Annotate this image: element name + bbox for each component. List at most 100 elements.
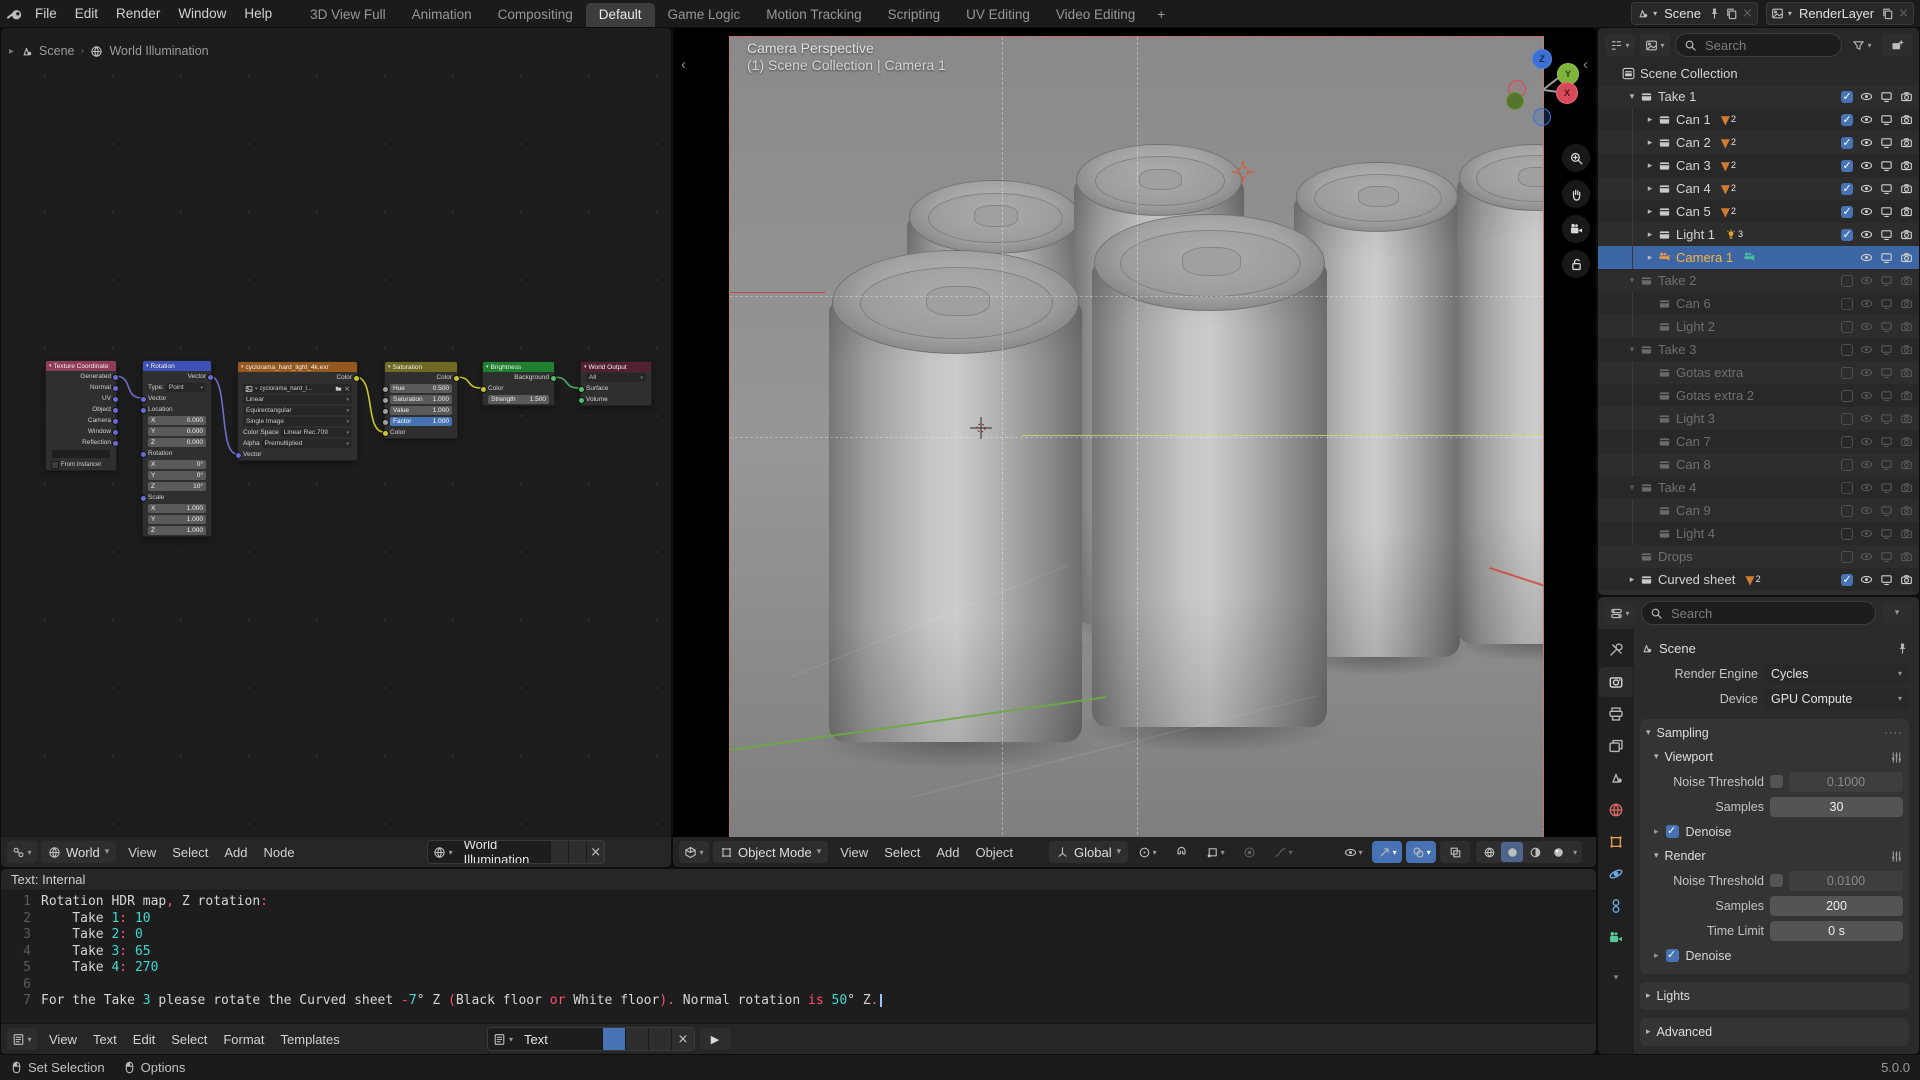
hide-eye-toggle[interactable] <box>1860 251 1873 264</box>
text-menu-edit[interactable]: Edit <box>125 1032 163 1047</box>
in-socket-vector[interactable]: Vector <box>143 393 211 404</box>
editor-type-button[interactable]: ▾ <box>679 841 709 863</box>
editor-type-button[interactable]: ▾ <box>7 1028 37 1050</box>
gizmo-axis-Z[interactable]: Z <box>1532 49 1552 69</box>
topbar-menu-file[interactable]: File <box>26 6 66 21</box>
viewport-disable-toggle[interactable] <box>1880 113 1893 126</box>
outliner-row-can-2[interactable]: ▸Can 2▼2 <box>1598 131 1919 154</box>
hide-eye-toggle[interactable] <box>1860 90 1873 103</box>
viewport-disable-toggle[interactable] <box>1880 205 1893 218</box>
node-world-output[interactable]: ▾World OutputAll▾SurfaceVolume <box>580 361 652 406</box>
out-socket-window[interactable]: Window <box>46 426 116 437</box>
zoom-button[interactable] <box>1562 144 1590 172</box>
outliner-row-light-4[interactable]: Light 4 <box>1598 522 1919 545</box>
viewport-subpanel-header[interactable]: ▾Viewport <box>1646 745 1903 769</box>
expand-toggle[interactable]: ▸ <box>1642 161 1658 171</box>
out-socket-camera[interactable]: Camera <box>46 415 116 426</box>
editor-type-button[interactable]: ▾ <box>7 841 37 863</box>
shading-rendered-button[interactable] <box>1547 842 1569 862</box>
node-dropdown[interactable]: Single Image▾ <box>243 417 352 426</box>
text-editor-code[interactable]: 1Rotation HDR map, Z rotation:2 Take 1: … <box>1 890 1596 1024</box>
viewport-disable-toggle[interactable] <box>1880 297 1893 310</box>
in-socket-vector[interactable]: Vector <box>238 449 357 460</box>
gizmo-axis-neg[interactable] <box>1533 108 1551 126</box>
workspace-tab-animation[interactable]: Animation <box>399 3 485 27</box>
exclude-checkbox[interactable] <box>1841 160 1853 172</box>
exclude-checkbox[interactable] <box>1841 528 1853 540</box>
hide-eye-toggle[interactable] <box>1860 389 1873 402</box>
outliner-row-can-8[interactable]: Can 8 <box>1598 453 1919 476</box>
vp-noise-threshold-checkbox[interactable] <box>1770 775 1783 788</box>
unlink-icon[interactable]: × <box>671 1028 694 1050</box>
vp-denoise-checkbox[interactable] <box>1666 825 1679 838</box>
workspace-tab-3d-view-full[interactable]: 3D View Full <box>297 3 399 27</box>
out-socket-color[interactable]: Color <box>385 372 457 383</box>
expand-toggle[interactable]: ▾ <box>1624 483 1640 493</box>
node-menu-view[interactable]: View <box>120 845 164 860</box>
code-line-2[interactable]: 2 Take 1: 10 <box>1 911 1596 928</box>
render-disable-toggle[interactable] <box>1900 435 1913 448</box>
node-value-z[interactable]: Z0.000 <box>148 438 206 447</box>
exclude-checkbox[interactable] <box>1841 436 1853 448</box>
falloff-dropdown[interactable]: ▾ <box>1268 841 1298 863</box>
r-noise-threshold-checkbox[interactable] <box>1770 874 1783 887</box>
renderlayer-selector[interactable]: ▾ RenderLayer × <box>1766 2 1914 25</box>
node-dropdown[interactable]: Linear Rec.709▾ <box>281 428 352 437</box>
workspace-tab-uv-editing[interactable]: UV Editing <box>953 3 1043 27</box>
device-dropdown[interactable]: GPU Compute▾ <box>1764 689 1909 709</box>
viewport-disable-toggle[interactable] <box>1880 366 1893 379</box>
outliner-row-scene-collection[interactable]: Scene Collection <box>1598 62 1919 85</box>
properties-breadcrumb[interactable]: Scene <box>1659 641 1696 656</box>
out-socket-object[interactable]: Object <box>46 404 116 415</box>
pin-icon[interactable] <box>1896 642 1909 655</box>
hide-eye-toggle[interactable] <box>1860 297 1873 310</box>
node-value-factor[interactable]: Factor1.000 <box>390 417 452 426</box>
proportional-edit-toggle[interactable] <box>1234 841 1264 863</box>
node-brightness[interactable]: ▾BrightnessBackgroundColorStrength1.500 <box>482 361 555 406</box>
viewport-disable-toggle[interactable] <box>1880 343 1893 356</box>
render-disable-toggle[interactable] <box>1900 320 1913 333</box>
editor-type-button[interactable]: ▾ <box>1605 602 1635 624</box>
in-socket-rotation[interactable]: Rotation <box>143 448 211 459</box>
object-picker-field[interactable] <box>51 449 111 459</box>
node-value-strength[interactable]: Strength1.500 <box>488 395 549 404</box>
display-mode-dropdown[interactable]: ▾ <box>1640 34 1670 56</box>
render-disable-toggle[interactable] <box>1900 159 1913 172</box>
shading-material-button[interactable] <box>1524 842 1546 862</box>
hide-eye-toggle[interactable] <box>1860 228 1873 241</box>
overlays-toggle[interactable]: ▾ <box>1406 841 1436 863</box>
fake-user-shield-icon[interactable] <box>550 841 568 863</box>
node-dropdown[interactable]: Premultiplied▾ <box>262 439 352 448</box>
filter-dropdown[interactable]: ▾ <box>1847 34 1877 56</box>
exclude-checkbox[interactable] <box>1841 505 1853 517</box>
outliner-row-can-5[interactable]: ▸Can 5▼2 <box>1598 200 1919 223</box>
node-value-saturation[interactable]: Saturation1.000 <box>390 395 452 404</box>
node-value-x[interactable]: X0.000 <box>148 416 206 425</box>
r-noise-threshold-value[interactable]: 0.0100 <box>1789 871 1903 891</box>
collapse-arrow-icon[interactable]: ‹ <box>681 56 686 73</box>
orientation-dropdown[interactable]: Global▾ <box>1049 841 1128 863</box>
render-disable-toggle[interactable] <box>1900 90 1913 103</box>
pivot-point-dropdown[interactable]: ▾ <box>1132 841 1162 863</box>
viewport-disable-toggle[interactable] <box>1880 504 1893 517</box>
shading-solid-button[interactable] <box>1501 842 1523 862</box>
render-disable-toggle[interactable] <box>1900 458 1913 471</box>
code-line-6[interactable]: 6 <box>1 977 1596 994</box>
viewport-disable-toggle[interactable] <box>1880 527 1893 540</box>
node-menu-add[interactable]: Add <box>216 845 255 860</box>
workspace-tab-compositing[interactable]: Compositing <box>485 3 586 27</box>
workspace-tab-motion-tracking[interactable]: Motion Tracking <box>753 3 874 27</box>
in-socket-surface[interactable]: Surface <box>581 383 651 394</box>
code-line-7[interactable]: 7For the Take 3 please rotate the Curved… <box>1 993 1596 1010</box>
sampling-panel-header[interactable]: ▾Sampling ···· <box>1646 721 1903 745</box>
topbar-menu-render[interactable]: Render <box>107 6 169 21</box>
breadcrumb-world[interactable]: World Illumination <box>109 44 208 58</box>
viewport-menu-object[interactable]: Object <box>967 845 1021 860</box>
snap-curve-icon[interactable] <box>645 841 672 863</box>
outliner-row-can-4[interactable]: ▸Can 4▼2 <box>1598 177 1919 200</box>
breadcrumb-scene[interactable]: Scene <box>39 44 74 58</box>
exclude-checkbox[interactable] <box>1841 183 1853 195</box>
gizmos-toggle[interactable]: ▾ <box>1372 841 1402 863</box>
properties-search[interactable] <box>1641 601 1876 625</box>
hide-eye-toggle[interactable] <box>1860 182 1873 195</box>
